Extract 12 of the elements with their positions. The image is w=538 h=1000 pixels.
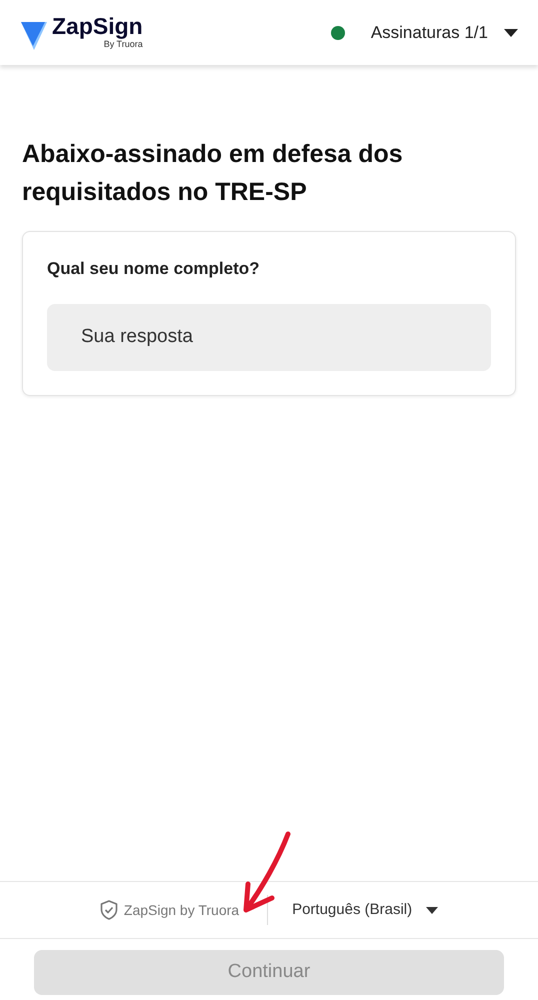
shield-check-icon (100, 900, 118, 920)
caret-icon (426, 906, 438, 914)
answer-field[interactable]: Sua resposta (47, 304, 491, 370)
question-label: Qual seu nome completo? (47, 258, 261, 280)
logo-byline: By Truora (104, 40, 143, 48)
logo-icon (20, 20, 48, 50)
logo-text: ZapSign (52, 14, 143, 38)
brand-text: ZapSign by Truora (124, 900, 240, 920)
page-title: Abaixo-assinado em defesa dos requisitados no TRE-SP (22, 139, 404, 208)
signatures-dropdown[interactable]: Assinaturas 1/1 (370, 20, 518, 46)
language-dropdown[interactable]: Português (Brasil) (268, 898, 438, 922)
caret-icon (504, 28, 518, 36)
